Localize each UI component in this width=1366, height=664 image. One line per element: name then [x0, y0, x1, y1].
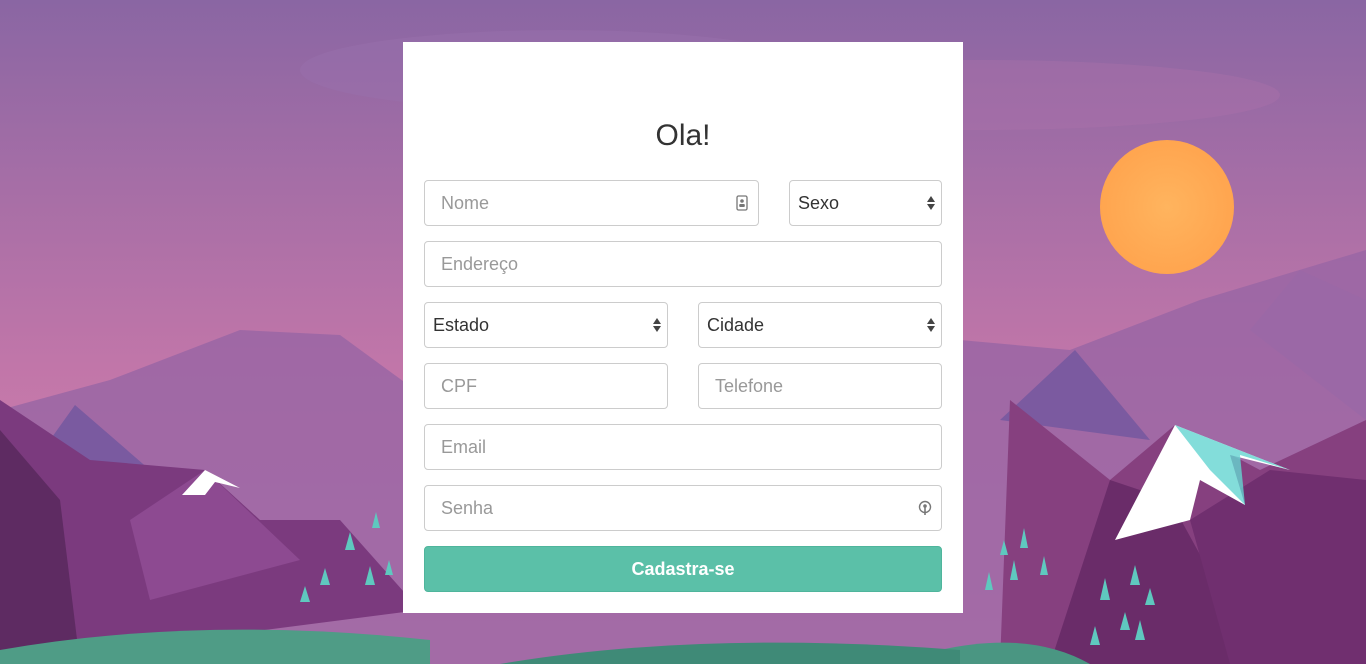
contact-card-icon: [736, 195, 748, 211]
senha-placeholder: Senha: [441, 497, 494, 518]
nome-placeholder: Nome: [441, 192, 490, 213]
email-placeholder: Email: [441, 436, 487, 457]
up-down-arrows-icon: [927, 196, 935, 210]
endereco-input[interactable]: Endereço: [424, 241, 942, 287]
email-input[interactable]: Email: [424, 424, 942, 470]
telefone-input[interactable]: Telefone: [698, 363, 942, 409]
cidade-select[interactable]: Cidade: [698, 302, 942, 348]
sun-shape: [1100, 140, 1234, 274]
sexo-select[interactable]: Sexo: [789, 180, 942, 226]
page-title: Ola!: [655, 119, 711, 152]
estado-selected-value: Estado: [433, 314, 490, 335]
cpf-placeholder: CPF: [441, 375, 477, 396]
signup-card: Ola! Nome Sexo Endereço Estado Cidade CP…: [403, 42, 963, 613]
signup-button[interactable]: Cadastra-se: [424, 546, 942, 592]
password-key-icon: [918, 500, 932, 515]
senha-input[interactable]: Senha: [424, 485, 942, 531]
sexo-selected-value: Sexo: [798, 192, 840, 213]
nome-input[interactable]: Nome: [424, 180, 759, 226]
cpf-input[interactable]: CPF: [424, 363, 668, 409]
telefone-placeholder: Telefone: [715, 375, 784, 396]
up-down-arrows-icon: [927, 318, 935, 332]
cidade-selected-value: Cidade: [707, 314, 765, 335]
estado-select[interactable]: Estado: [424, 302, 668, 348]
up-down-arrows-icon: [653, 318, 661, 332]
endereco-placeholder: Endereço: [441, 253, 519, 274]
